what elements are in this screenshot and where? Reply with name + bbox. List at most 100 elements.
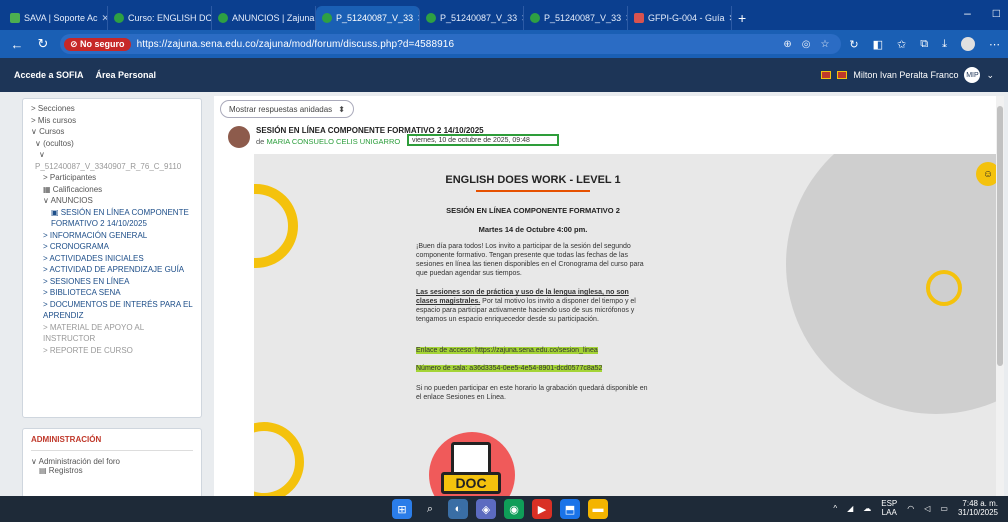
nav-item[interactable]: ∨ (ocultos)	[31, 138, 193, 150]
browser-tab[interactable]: SAVA | Soporte Ac✕	[4, 6, 108, 30]
windows-start-icon[interactable]: ⊞	[392, 499, 412, 519]
volume-icon[interactable]: ◁	[924, 504, 930, 513]
file-explorer-icon[interactable]: ▬	[588, 499, 608, 519]
browser-tab-strip: SAVA | Soporte Ac✕ Curso: ENGLISH DO✕ AN…	[0, 0, 1008, 30]
nav-item[interactable]: > DOCUMENTOS DE INTERÉS PARA EL APRENDIZ	[31, 299, 193, 322]
browser-tab[interactable]: P_51240087_V_33✕	[420, 6, 524, 30]
clock[interactable]: 7:48 a. m. 31/10/2025	[958, 499, 998, 517]
flyer-link[interactable]: Enlace de acceso: https://zajuna.sena.ed…	[416, 346, 652, 355]
tray-icon[interactable]: ◢	[847, 504, 853, 513]
chevron-down-icon[interactable]: ⌄	[986, 70, 994, 81]
url-field[interactable]: ⊘ No seguro https://zajuna.sena.edu.co/z…	[60, 34, 842, 54]
scrollbar-thumb[interactable]	[997, 106, 1003, 366]
star-icon[interactable]: ☆	[820, 39, 829, 50]
forum-discussion: Mostrar respuestas anidadas ⬍ SESIÓN EN …	[214, 96, 1000, 496]
nav-item[interactable]: > ACTIVIDAD DE APRENDIZAJE GUÍA	[31, 264, 193, 276]
user-avatar: MIP	[964, 67, 981, 83]
nav-item[interactable]: ∨ Cursos	[31, 126, 193, 138]
flyer-intro: ¡Buen día para todos! Los invito a parti…	[416, 243, 644, 277]
window-controls: – □	[964, 6, 1000, 20]
user-name: Milton Ivan Peralta Franco	[853, 70, 959, 80]
close-tab-icon[interactable]: ✕	[729, 13, 731, 24]
insecure-badge[interactable]: ⊘ No seguro	[64, 37, 131, 51]
sava-favicon-icon	[10, 13, 20, 23]
browser-tab[interactable]: ANUNCIOS | Zajuna✕	[212, 6, 316, 30]
minimize-icon[interactable]: –	[964, 6, 971, 20]
more-icon[interactable]: ⋯	[989, 38, 1000, 51]
nav-item[interactable]: > CRONOGRAMA	[31, 241, 193, 253]
language-flag-icon[interactable]	[821, 71, 832, 79]
browser-toolbar: ↻ ◧ ✩ ⧉ ⤓ ⋯	[849, 37, 1000, 51]
app-header: Accede a SOFIA Área Personal Milton Ivan…	[0, 58, 1008, 92]
page-scrollbar[interactable]	[996, 96, 1004, 496]
nav-item[interactable]: > SESIONES EN LÍNEA	[31, 276, 193, 288]
browser-tab-active[interactable]: P_51240087_V_33✕	[316, 6, 420, 30]
zajuna-favicon-icon	[530, 13, 540, 23]
download-icon[interactable]: ⤓	[942, 38, 947, 51]
nav-item-grades[interactable]: ▦ Calificaciones	[31, 184, 193, 196]
post-byline: de MARIA CONSUELO CELIS UNIGARRO	[256, 137, 401, 146]
url-text: https://zajuna.sena.edu.co/zajuna/mod/fo…	[136, 38, 455, 50]
reload-icon[interactable]: ↻	[34, 36, 52, 52]
logs-item[interactable]: ▤ Registros	[31, 466, 193, 475]
personal-area-link[interactable]: Área Personal	[96, 70, 157, 80]
new-tab-button[interactable]: +	[738, 6, 746, 30]
battery-icon[interactable]: ▭	[940, 504, 948, 513]
grades-icon: ▦	[43, 184, 53, 194]
store-icon[interactable]: ⬒	[560, 499, 580, 519]
nav-item[interactable]: ∨ ANUNCIOS	[31, 195, 193, 207]
decorative-ring	[254, 422, 304, 496]
warning-icon: ⊘	[70, 38, 81, 49]
course-nav-sidebar: > Secciones > Mis cursos ∨ Cursos ∨ (ocu…	[22, 98, 202, 418]
announcement-flyer: ENGLISH DOES WORK - LEVEL 1 SESIÓN EN LÍ…	[254, 154, 1000, 496]
profile-avatar[interactable]	[961, 37, 975, 51]
nav-item[interactable]: > INFORMACIÓN GENERAL	[31, 230, 193, 242]
widgets-icon[interactable]: ◈	[476, 499, 496, 519]
task-view-icon[interactable]: ◐	[448, 499, 468, 519]
nav-item[interactable]: > ACTIVIDADES INICIALES	[31, 253, 193, 265]
nav-item[interactable]: > Mis cursos	[31, 115, 193, 127]
browser-tab[interactable]: GFPI-G-004 - Guía✕	[628, 6, 732, 30]
decorative-circle	[786, 154, 1000, 414]
nav-item[interactable]: > REPORTE DE CURSO	[31, 345, 193, 357]
address-bar: ← ↻ ⊘ No seguro https://zajuna.sena.edu.…	[0, 30, 1008, 58]
wifi-icon[interactable]: ◠	[907, 504, 914, 513]
nav-item[interactable]: > Secciones	[31, 103, 193, 115]
back-arrow-icon[interactable]: ←	[8, 37, 26, 52]
language-indicator[interactable]: ESP LAA	[881, 499, 897, 517]
sofia-link[interactable]: Accede a SOFIA	[14, 70, 84, 80]
zoom-icon[interactable]: ⊕	[783, 39, 791, 50]
administration-header: ADMINISTRACIÓN	[31, 435, 193, 451]
administration-block: ADMINISTRACIÓN ∨ Administración del foro…	[22, 428, 202, 498]
author-avatar[interactable]	[228, 126, 250, 148]
edge-browser-icon[interactable]: ◉	[504, 499, 524, 519]
reader-icon[interactable]: ◎	[802, 39, 811, 50]
maximize-icon[interactable]: □	[993, 6, 1000, 20]
browser-tab[interactable]: P_51240087_V_33✕	[524, 6, 628, 30]
nav-item[interactable]: ∨	[31, 149, 193, 161]
search-icon[interactable]: ⌕	[420, 499, 440, 519]
nav-item-course[interactable]: P_51240087_V_3340907_R_76_C_9110	[31, 161, 193, 173]
cloud-icon[interactable]: ☁	[863, 504, 871, 513]
chat-bubble-icon: ☺	[982, 168, 994, 180]
chevron-up-icon[interactable]: ^	[833, 504, 837, 513]
favorites-icon[interactable]: ✩	[897, 38, 906, 51]
flyer-date: Martes 14 de Octubre 4:00 pm.	[478, 225, 588, 234]
language-flag-icon[interactable]	[837, 71, 848, 79]
decorative-ring	[254, 184, 298, 268]
split-icon[interactable]: ◧	[873, 38, 883, 51]
refresh-alt-icon[interactable]: ↻	[849, 38, 858, 51]
zajuna-favicon-icon	[426, 13, 436, 23]
nav-item[interactable]: > BIBLIOTECA SENA	[31, 287, 193, 299]
author-link[interactable]: MARIA CONSUELO CELIS UNIGARRO	[266, 137, 400, 146]
browser-tab[interactable]: Curso: ENGLISH DO✕	[108, 6, 212, 30]
nav-item[interactable]: > MATERIAL DE APOYO AL INSTRUCTOR	[31, 322, 193, 345]
display-mode-select[interactable]: Mostrar respuestas anidadas ⬍	[220, 100, 354, 118]
zajuna-favicon-icon	[322, 13, 332, 23]
nav-item-current-post[interactable]: ▣ SESIÓN EN LÍNEA COMPONENTE FORMATIVO 2…	[31, 207, 193, 230]
nav-item[interactable]: > Participantes	[31, 172, 193, 184]
forum-admin-item[interactable]: ∨ Administración del foro	[31, 457, 193, 466]
media-app-icon[interactable]: ▶	[532, 499, 552, 519]
collections-icon[interactable]: ⧉	[920, 38, 928, 51]
user-menu[interactable]: Milton Ivan Peralta Franco MIP ⌄	[821, 67, 994, 83]
